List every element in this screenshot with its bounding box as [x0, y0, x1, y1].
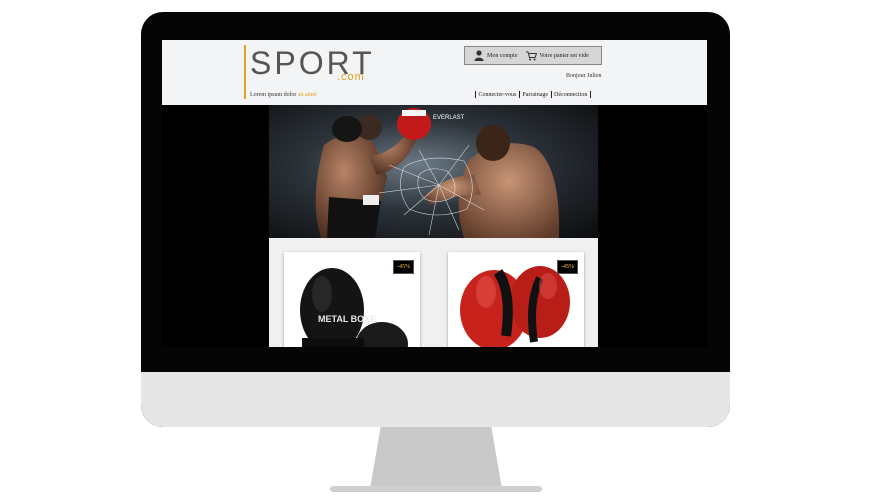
account-label: Mon compte — [487, 52, 518, 59]
monitor-stand-base — [330, 486, 542, 492]
nav-separator — [475, 91, 476, 98]
glove-brand-text: EVERLAST — [433, 115, 465, 121]
account-cart-box: Mon compte Votre panier est vide — [464, 46, 602, 65]
screen: SPORT .com Lorem ipsum dolor sit amet Mo… — [162, 40, 707, 347]
product-grid: METAL BOXE -45% -45% — [269, 238, 598, 347]
tagline: Lorem ipsum dolor sit amet — [250, 92, 317, 98]
discount-badge: -45% — [393, 260, 414, 274]
nav-login[interactable]: Connecter-vous — [479, 92, 517, 98]
logo-accent-bar — [244, 45, 246, 99]
greeting: Bonjour Julien — [566, 73, 602, 79]
hero-banner[interactable]: EVERLAST — [269, 105, 598, 238]
hero-image: EVERLAST — [269, 105, 598, 238]
account-link[interactable]: Mon compte — [474, 50, 518, 61]
user-icon — [474, 50, 484, 61]
nav-separator — [550, 91, 552, 98]
nav-separator — [589, 91, 591, 98]
discount-badge: -45% — [557, 260, 578, 274]
glove-print-text: METAL BOXE — [318, 314, 376, 324]
monitor-stand — [370, 427, 502, 489]
monitor-chin — [141, 372, 730, 427]
nav-separator — [518, 91, 520, 98]
logo-suffix: .com — [337, 71, 365, 83]
site-header: SPORT .com Lorem ipsum dolor sit amet Mo… — [162, 40, 707, 105]
cart-label: Votre panier est vide — [539, 52, 589, 59]
product-card[interactable]: METAL BOXE -45% — [284, 252, 420, 347]
header-nav: Connecter-vous Parrainage Déconnection — [474, 91, 592, 98]
cart-link[interactable]: Votre panier est vide — [525, 51, 589, 61]
nav-referral[interactable]: Parrainage — [522, 92, 548, 98]
nav-logout[interactable]: Déconnection — [554, 92, 587, 98]
cart-icon — [525, 51, 537, 60]
tagline-accent: sit amet — [297, 92, 317, 98]
product-card[interactable]: -45% — [448, 252, 584, 347]
tagline-text: Lorem ipsum dolor — [250, 92, 297, 98]
